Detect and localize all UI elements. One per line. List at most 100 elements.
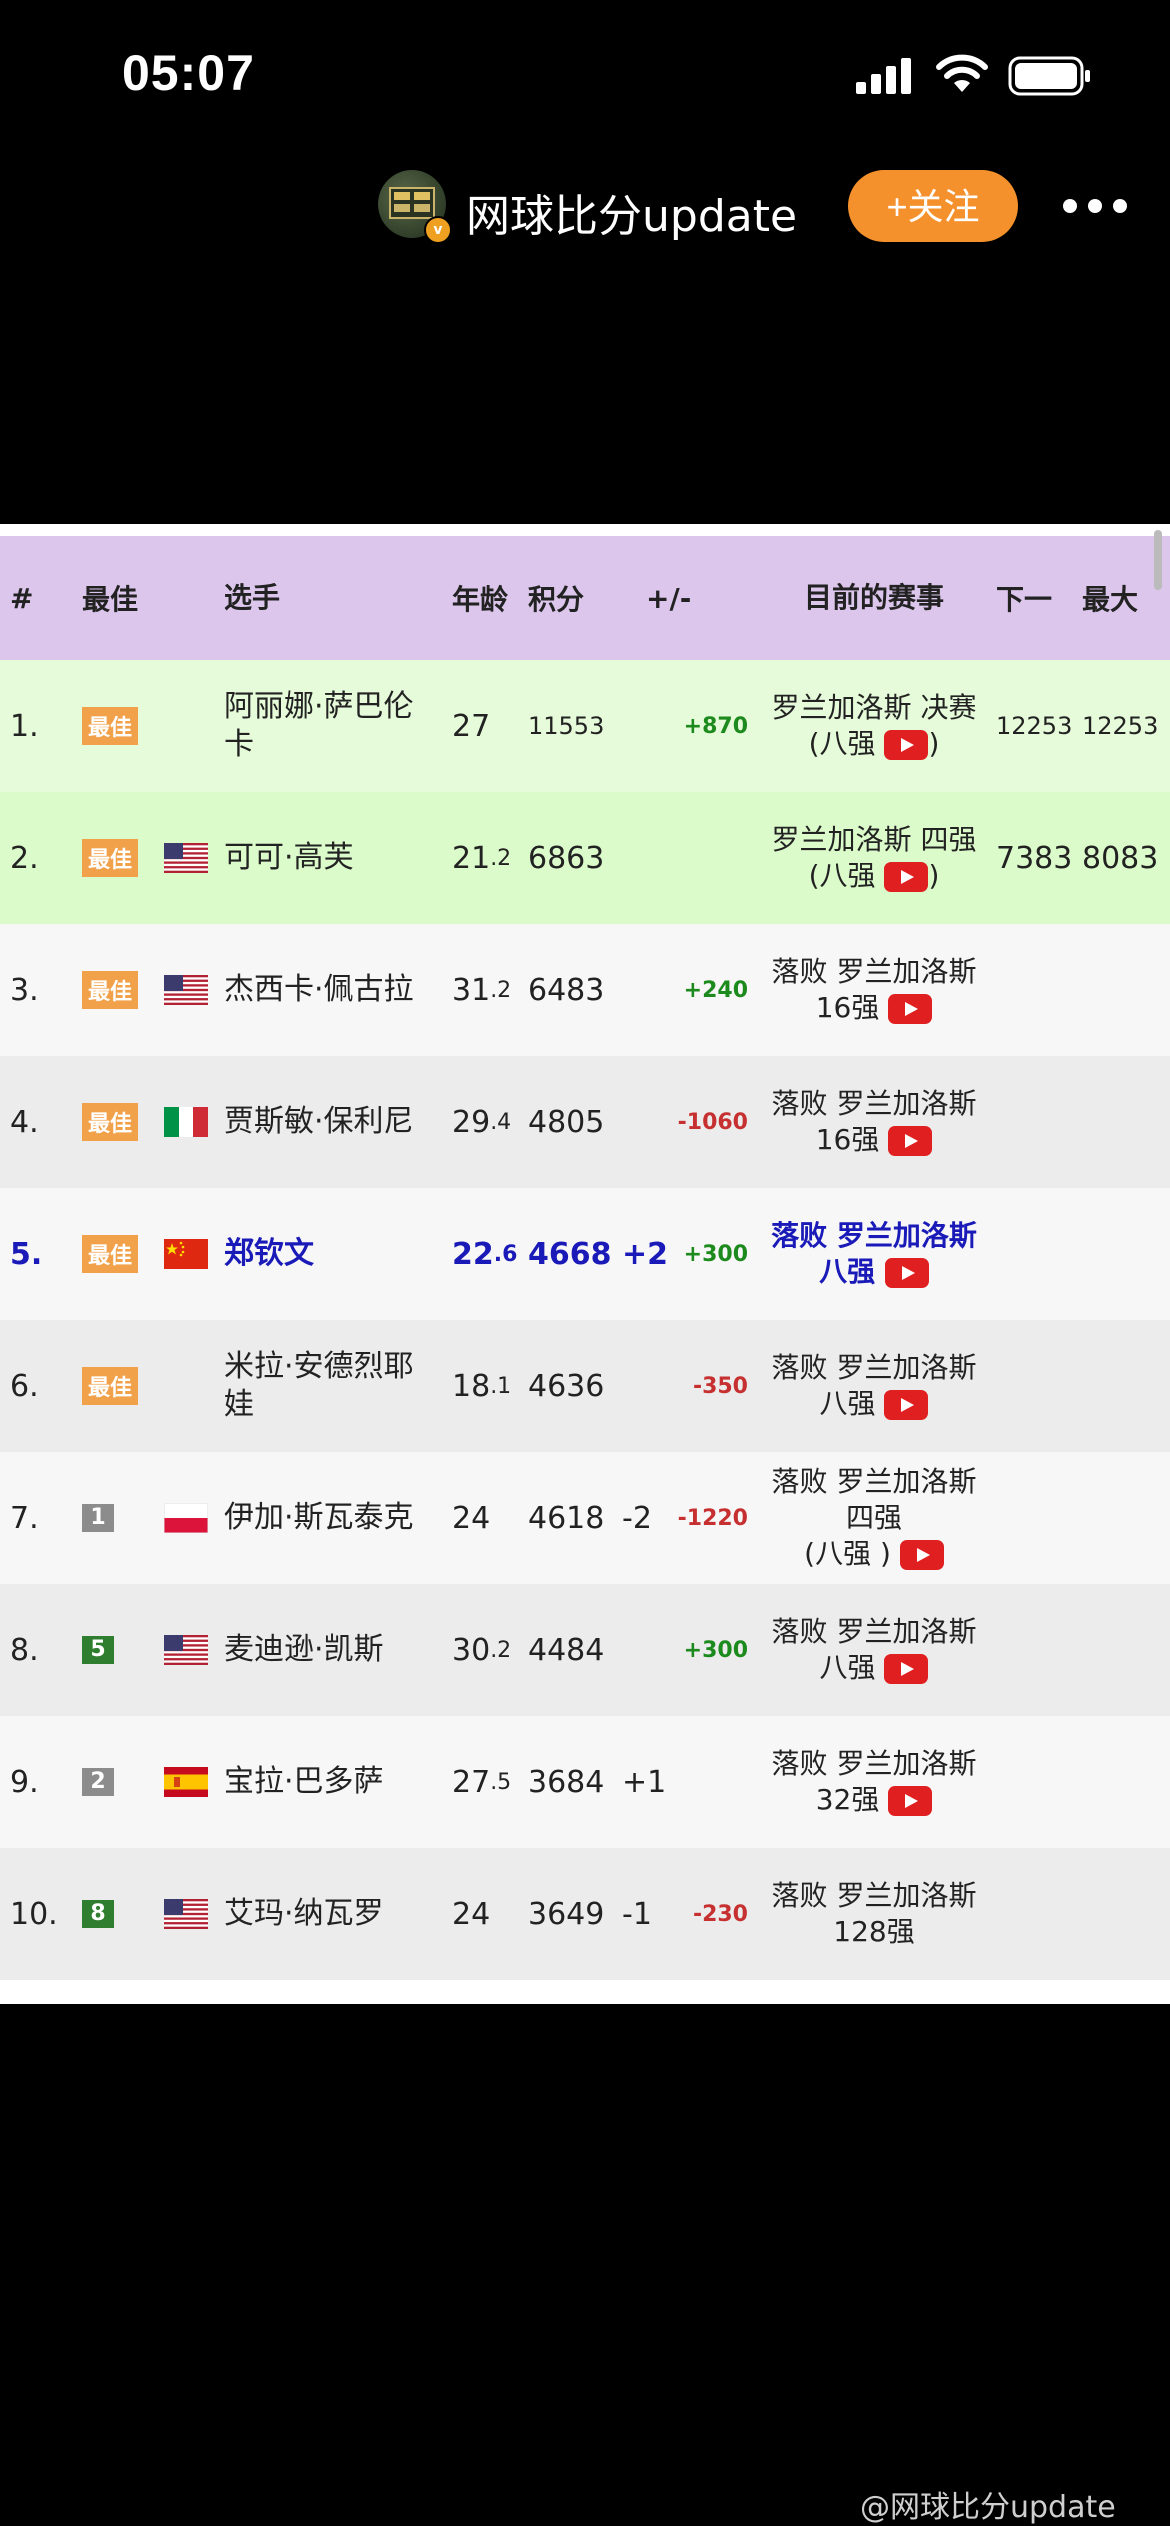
points: 11553 [528,712,605,740]
event-line-2: 八强 [819,1387,876,1420]
youtube-play-icon[interactable] [899,1540,944,1570]
current-event: 罗兰加洛斯 决赛 (八强 ) [752,660,996,792]
channel-name[interactable]: 网球比分update [466,180,797,244]
youtube-play-icon[interactable] [888,1126,933,1156]
event-line-1: 落败 罗兰加洛斯 [771,1219,977,1252]
watermark: @网球比分update [860,2490,1116,2525]
best-cell: 最佳 [82,924,152,1056]
rank: 5. [10,1236,43,1272]
current-event: 落败 罗兰加洛斯 八强 [752,1584,996,1716]
best-badge: 最佳 [82,707,139,745]
status-time: 05:07 [122,45,255,101]
col-event: 目前的赛事 [803,581,944,614]
points-delta [676,1716,748,1848]
flag-cell [164,1716,214,1848]
next-points [996,924,1076,1056]
points: 6863 [528,840,605,876]
youtube-play-icon[interactable] [884,862,929,892]
col-rank: # [10,581,34,615]
age: 29.4 [452,1104,512,1140]
event-line-2: 16强 [815,991,880,1024]
rank: 8. [10,1632,39,1668]
event-line-2: 八强 [819,1651,876,1684]
table-row: 1. 最佳 阿丽娜·萨巴伦卡 27 11553 +870 罗兰加洛斯 决赛 (八强 ) 1225… [0,660,1170,792]
player-name[interactable]: 宝拉·巴多萨 [224,1716,440,1848]
best-cell: 最佳 [82,792,152,924]
col-best: 最佳 [82,583,139,616]
player-name[interactable]: 郑钦文 [224,1188,440,1320]
max-points [1082,1584,1168,1716]
table-header: # 最佳 选手 年龄 积分 +/- 目前的赛事 下一 最大 [0,536,1170,660]
rank: 10. [10,1896,58,1932]
rank-change: -2 [622,1500,652,1536]
follow-button[interactable]: +关注 [848,170,1018,242]
rank-change [622,660,682,792]
table-row: 5. 最佳 郑钦文 22.6 4668 +2 +300 落败 罗兰加洛斯 八强 [0,1188,1170,1320]
rank-change: -1 [622,1896,652,1932]
table-row: 6. 最佳 米拉·安德烈耶娃 18.1 4636 -350 落败 罗兰加洛斯 八强 [0,1320,1170,1452]
player-name[interactable]: 可可·高芙 [224,792,440,924]
flag-us-icon [164,975,208,1005]
event-line-1: 落败 罗兰加洛斯 [771,1879,977,1912]
flag-cell [164,1452,214,1584]
flag-cell [164,1320,214,1452]
age: 31.2 [452,972,512,1008]
player-name[interactable]: 杰西卡·佩古拉 [224,924,440,1056]
best-badge: 最佳 [82,971,139,1009]
rank: 6. [10,1368,39,1404]
more-dots-icon[interactable] [1062,198,1128,214]
points-delta: -350 [692,1373,748,1399]
points: 4668 [528,1236,612,1272]
flag-cell [164,924,214,1056]
player-name[interactable]: 艾玛·纳瓦罗 [224,1848,440,1980]
rank: 3. [10,972,39,1008]
event-line-2: 16强 [815,1123,880,1156]
flag-pl-icon [164,1503,208,1533]
max-points [1082,1848,1168,1980]
next-points [996,1584,1076,1716]
player-name[interactable]: 米拉·安德烈耶娃 [224,1320,440,1452]
player-name[interactable]: 麦迪逊·凯斯 [224,1584,440,1716]
table-row: 8. 5 麦迪逊·凯斯 30.2 4484 +300 落败 罗兰加洛斯 八强 [0,1584,1170,1716]
youtube-play-icon[interactable] [884,730,929,760]
age: 30.2 [452,1632,512,1668]
next-points [996,1848,1076,1980]
current-event: 落败 罗兰加洛斯 八强 [752,1320,996,1452]
rank-change [622,1320,682,1452]
points: 6483 [528,972,605,1008]
best-cell: 最佳 [82,660,152,792]
event-line-2: 128强 [833,1915,915,1948]
wifi-icon [936,54,988,92]
max-points: 8083 [1082,840,1159,876]
points: 4636 [528,1368,605,1404]
best-cell: 8 [82,1848,152,1980]
youtube-play-icon[interactable] [884,1390,929,1420]
age: 18.1 [452,1368,512,1404]
event-line-2: 八强 [819,1255,876,1288]
max-points [1082,924,1168,1056]
player-name[interactable]: 阿丽娜·萨巴伦卡 [224,660,440,792]
event-line-3: ) [928,859,940,892]
youtube-play-icon[interactable] [888,994,933,1024]
points-delta: -230 [692,1901,748,1927]
max-points [1082,1056,1168,1188]
player-name[interactable]: 贾斯敏·保利尼 [224,1056,440,1188]
event-line-1: 落败 罗兰加洛斯 [771,1747,977,1780]
best-cell: 2 [82,1716,152,1848]
youtube-play-icon[interactable] [884,1654,929,1684]
points: 4484 [528,1632,605,1668]
youtube-play-icon[interactable] [884,1258,929,1288]
flag-cell [164,1584,214,1716]
scrollbar[interactable] [1154,530,1162,590]
youtube-play-icon[interactable] [888,1786,933,1816]
best-cell: 最佳 [82,1320,152,1452]
rank: 1. [10,708,39,744]
col-player: 选手 [224,581,281,614]
best-cell: 5 [82,1584,152,1716]
verified-badge: v [424,216,452,244]
table-row: 2. 最佳 可可·高芙 21.2 6863 罗兰加洛斯 四强 (八强 ) 7383 8083 [0,792,1170,924]
table-row: 3. 最佳 杰西卡·佩古拉 31.2 6483 +240 落败 罗兰加洛斯 16强 [0,924,1170,1056]
player-name[interactable]: 伊加·斯瓦泰克 [224,1452,440,1584]
age: 27.5 [452,1764,512,1800]
max-points [1082,1188,1168,1320]
